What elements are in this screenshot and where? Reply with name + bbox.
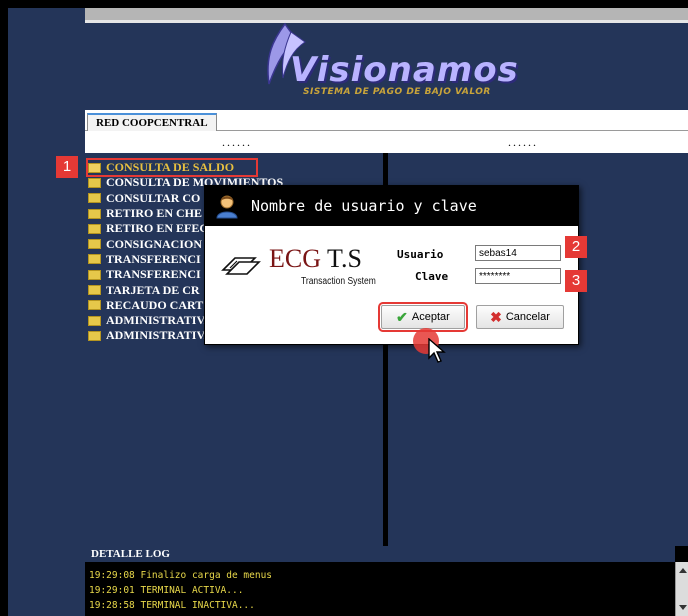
menu-item-label: RETIRO EN EFEC bbox=[106, 221, 209, 236]
step-badge-2: 2 bbox=[565, 236, 587, 258]
menu-item-label: TRANSFERENCI bbox=[106, 267, 201, 282]
step-badge-1: 1 bbox=[56, 156, 78, 178]
ecg-text: ECG bbox=[269, 244, 321, 273]
aceptar-label: Aceptar bbox=[411, 311, 450, 323]
dialog-title-bar: Nombre de usuario y clave bbox=[205, 186, 578, 226]
menu-item-label: RETIRO EN CHE bbox=[106, 206, 203, 221]
log-scrollbar[interactable] bbox=[675, 562, 688, 616]
scroll-up-icon[interactable] bbox=[679, 568, 687, 573]
menu-item-label: CONSULTA DE SALDO bbox=[106, 160, 235, 175]
user-icon bbox=[216, 195, 238, 219]
cancelar-label: Cancelar bbox=[505, 311, 550, 323]
menu-item-label: ADMINISTRATIVAS bbox=[106, 313, 219, 328]
dots-left: ...... bbox=[222, 135, 252, 149]
folder-icon bbox=[88, 285, 101, 296]
clave-input[interactable]: ******** bbox=[475, 268, 561, 284]
folder-icon bbox=[88, 269, 101, 280]
menu-item-label: CONSIGNACION bbox=[106, 236, 203, 251]
folder-icon bbox=[88, 177, 101, 188]
aceptar-button[interactable]: ✔ Aceptar bbox=[378, 302, 468, 332]
folder-icon bbox=[88, 162, 101, 173]
step-badge-3: 3 bbox=[565, 270, 587, 292]
close-icon: ✖ bbox=[490, 308, 502, 325]
logo-text: Visionamos bbox=[290, 50, 519, 90]
folder-icon bbox=[88, 239, 101, 250]
clave-label: Clave bbox=[415, 270, 449, 283]
ts-text: T.S bbox=[327, 244, 362, 273]
dots-right: ...... bbox=[508, 135, 538, 149]
menu-item-label: TARJETA DE CR bbox=[106, 282, 200, 297]
log-lines: 19:29:08 Finalizo carga de menus 19:29:0… bbox=[89, 568, 272, 613]
folder-icon bbox=[88, 315, 101, 326]
folder-icon bbox=[88, 330, 101, 341]
menu-item-label: RECAUDO CART bbox=[106, 297, 204, 312]
left-strip bbox=[8, 8, 85, 616]
cancelar-button[interactable]: ✖ Cancelar bbox=[476, 305, 564, 329]
folder-icon bbox=[88, 208, 101, 219]
menu-item-label: TRANSFERENCI bbox=[106, 251, 201, 266]
log-line: 19:28:58 TERMINAL INACTIVA... bbox=[89, 600, 255, 611]
log-line: 19:29:01 TERMINAL ACTIVA... bbox=[89, 585, 244, 596]
folder-icon bbox=[88, 300, 101, 311]
check-icon: ✔ bbox=[396, 308, 408, 325]
menu-item-label: CONSULTAR CO bbox=[106, 190, 201, 205]
dots-row: ...... ...... bbox=[85, 131, 688, 153]
logo-subtitle: SISTEMA DE PAGO DE BAJO VALOR bbox=[303, 87, 491, 97]
ecg-subtitle: Transaction System bbox=[301, 276, 376, 287]
mouse-cursor-icon bbox=[428, 338, 446, 363]
top-bar bbox=[85, 8, 688, 20]
login-dialog: Nombre de usuario y clave ECG T.S Transa… bbox=[204, 185, 579, 345]
card-swipe-icon bbox=[221, 257, 261, 275]
usuario-input[interactable]: sebas14 bbox=[475, 245, 561, 261]
tab-red-coopcentral[interactable]: RED COOPCENTRAL bbox=[87, 113, 217, 131]
menu-item-consulta-de-saldo[interactable]: CONSULTA DE SALDO bbox=[86, 157, 258, 178]
tab-bar: RED COOPCENTRAL bbox=[85, 110, 688, 131]
folder-icon bbox=[88, 193, 101, 204]
dialog-title: Nombre de usuario y clave bbox=[251, 197, 477, 215]
folder-icon bbox=[88, 254, 101, 265]
usuario-label: Usuario bbox=[397, 248, 444, 261]
scroll-down-icon[interactable] bbox=[679, 605, 687, 610]
folder-icon bbox=[88, 223, 101, 234]
ecg-ts-logo: ECG T.S Transaction System bbox=[221, 244, 391, 294]
log-line: 19:29:08 Finalizo carga de menus bbox=[89, 570, 273, 581]
ecg-title: ECG T.S bbox=[269, 244, 362, 274]
log-header: DETALLE LOG bbox=[85, 546, 675, 562]
